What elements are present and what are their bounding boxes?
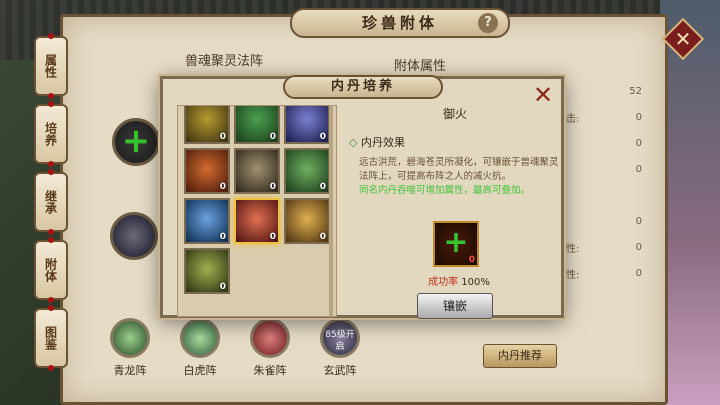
- tab-inherit[interactable]: 继承: [34, 169, 68, 235]
- modal-close-button[interactable]: ✕: [531, 83, 555, 107]
- beast-formation-list: 青龙阵 白虎阵 朱雀阵 85级开启 玄武阵: [100, 318, 370, 378]
- gem-count: 0: [319, 232, 326, 242]
- beast-name: 青龙阵: [113, 364, 147, 377]
- right-scenery: [660, 0, 720, 405]
- success-rate: 成功率 100%: [409, 273, 509, 288]
- beast-name: 玄武阵: [323, 364, 357, 377]
- recommend-button[interactable]: 内丹推荐: [483, 344, 557, 368]
- gem-count: 0: [219, 182, 226, 192]
- gem-item[interactable]: 0: [284, 106, 330, 144]
- beast-orb: [110, 318, 150, 358]
- beast-orb: [180, 318, 220, 358]
- gem-count: 0: [269, 232, 276, 242]
- panel-title-bar: 珍兽附体 ?: [290, 8, 510, 38]
- gem-count: 0: [319, 182, 326, 192]
- gem-item[interactable]: 0: [184, 148, 230, 194]
- gem-item[interactable]: 0: [234, 198, 280, 244]
- gem-item[interactable]: 0: [234, 106, 280, 144]
- attribute-title: 附体属性: [394, 59, 447, 74]
- attribute-value: 0: [635, 268, 642, 279]
- gem-item[interactable]: 0: [184, 248, 230, 294]
- effect-description: 远古洪荒，碧海苍灵所凝化，可镶嵌于兽魂聚灵法阵上，可提高布阵之人的减火抗。: [359, 157, 559, 182]
- gem-count: 0: [219, 282, 226, 292]
- effect-title-text: 内丹效果: [360, 136, 405, 149]
- gem-item[interactable]: 0: [284, 148, 330, 194]
- beast-name: 白虎阵: [183, 364, 217, 377]
- gem-item[interactable]: 0: [234, 148, 280, 194]
- beast-baihu[interactable]: 白虎阵: [170, 318, 230, 378]
- close-icon: ✕: [674, 27, 692, 51]
- modal-title: 内丹培养: [283, 75, 443, 99]
- tab-attach[interactable]: 附体: [34, 237, 68, 303]
- formation-title: 兽魂聚灵法阵: [184, 54, 263, 69]
- gem-count: 0: [269, 182, 276, 192]
- gem-grid-scrollbar[interactable]: [329, 105, 333, 317]
- effect-note: 同名内丹吞噬可增加属性，最高可叠加。: [359, 185, 531, 196]
- diamond-icon: ◇: [349, 136, 361, 149]
- tab-attributes[interactable]: 属性: [34, 33, 68, 99]
- beast-name: 朱雀阵: [253, 364, 287, 377]
- gem-item[interactable]: 0: [184, 106, 230, 144]
- beast-orb-locked: 85级开启: [320, 318, 360, 358]
- embed-slot[interactable]: + 0: [433, 221, 479, 267]
- attribute-label: 性:: [566, 270, 580, 281]
- success-rate-label: 成功率: [428, 277, 459, 288]
- formation-beast-slot[interactable]: [110, 212, 158, 260]
- attribute-value: 0: [635, 242, 642, 253]
- core-cultivate-modal: 内丹培养 ✕ 0 0 0 0 0 0 0 0 0 0 御火 ◇ 内丹效果 远古洪荒，碧海苍灵所凝化…: [160, 75, 564, 319]
- beast-xuanwu[interactable]: 85级开启 玄武阵: [310, 318, 370, 378]
- formation-add-slot[interactable]: +: [112, 118, 160, 166]
- beast-orb: [250, 318, 290, 358]
- beast-zhuque[interactable]: 朱雀阵: [240, 318, 300, 378]
- tab-cultivate[interactable]: 培养: [34, 101, 68, 167]
- success-rate-value: 100%: [461, 277, 490, 288]
- plus-icon: +: [121, 121, 151, 161]
- attribute-value: 0: [635, 216, 642, 227]
- gem-count: 0: [219, 232, 226, 242]
- help-icon[interactable]: ?: [478, 13, 498, 33]
- embed-button[interactable]: 镶嵌: [417, 293, 493, 319]
- attribute-value: 52: [629, 86, 642, 97]
- panel-title: 珍兽附体: [361, 14, 438, 32]
- gem-item[interactable]: 0: [184, 198, 230, 244]
- gem-name: 御火: [442, 107, 467, 121]
- gem-count: 0: [219, 132, 226, 142]
- gem-detail: 御火 ◇ 内丹效果 远古洪荒，碧海苍灵所凝化，可镶嵌于兽魂聚灵法阵上，可提高布阵…: [349, 105, 561, 319]
- attribute-value: 0: [635, 112, 642, 123]
- embed-count: 0: [468, 255, 475, 265]
- attribute-label: 击:: [566, 114, 580, 125]
- attribute-value: 0: [635, 164, 642, 175]
- gem-count: 0: [269, 132, 276, 142]
- gem-item[interactable]: 0: [284, 198, 330, 244]
- effect-title: ◇ 内丹效果: [349, 134, 561, 150]
- beast-qinglong[interactable]: 青龙阵: [100, 318, 160, 378]
- unlock-level-text: 85级开启: [325, 330, 355, 352]
- attribute-label: 性:: [566, 244, 580, 255]
- side-tab-list: 属性 培养 继承 附体 图鉴: [34, 33, 70, 376]
- gem-count: 0: [319, 132, 326, 142]
- gem-grid: 0 0 0 0 0 0 0 0 0 0: [177, 105, 337, 317]
- attribute-value: 0: [635, 138, 642, 149]
- tab-gallery[interactable]: 图鉴: [34, 305, 68, 371]
